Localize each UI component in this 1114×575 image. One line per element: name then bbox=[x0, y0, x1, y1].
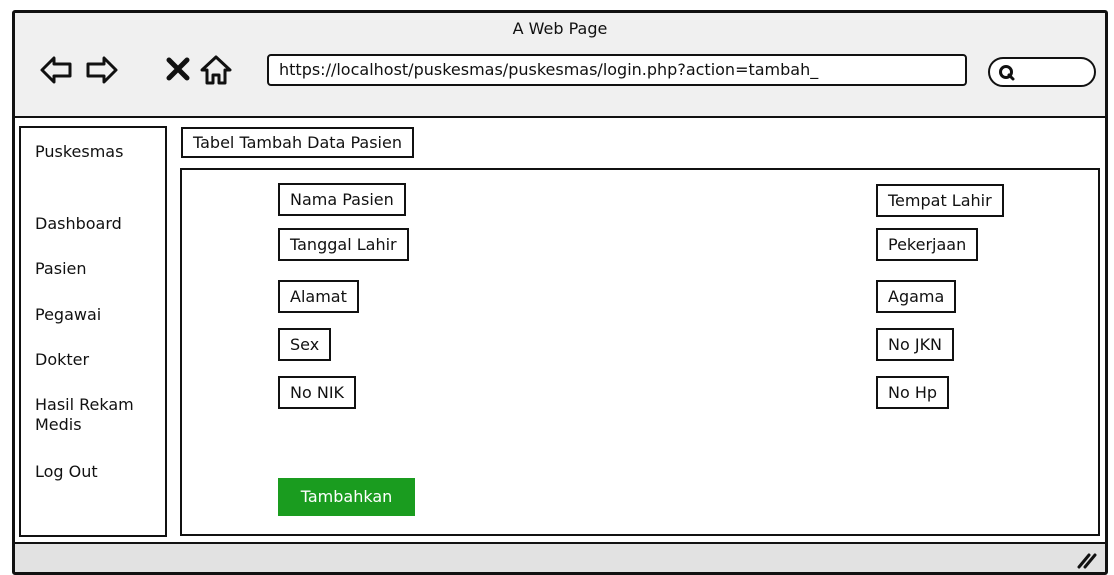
field-tanggal-lahir[interactable]: Tanggal Lahir bbox=[278, 228, 409, 261]
field-nama-pasien[interactable]: Nama Pasien bbox=[278, 183, 406, 216]
sidebar: Puskesmas Dashboard Pasien Pegawai Dokte… bbox=[19, 126, 167, 537]
field-pekerjaan[interactable]: Pekerjaan bbox=[876, 228, 979, 261]
resize-grip-icon[interactable] bbox=[1075, 549, 1097, 569]
field-no-nik[interactable]: No NIK bbox=[278, 376, 357, 409]
search-icon bbox=[999, 65, 1015, 81]
field-alamat[interactable]: Alamat bbox=[278, 280, 359, 313]
field-agama[interactable]: Agama bbox=[876, 280, 957, 313]
back-arrow-icon[interactable] bbox=[39, 53, 73, 87]
forward-arrow-icon[interactable] bbox=[85, 53, 119, 87]
status-bar bbox=[15, 542, 1105, 572]
form-panel: Nama Pasien Tanggal Lahir Alamat Sex No … bbox=[180, 168, 1100, 536]
field-tempat-lahir[interactable]: Tempat Lahir bbox=[876, 184, 1004, 217]
browser-window: A Web Page https://localhost/puskesmas/p… bbox=[12, 10, 1108, 575]
sidebar-item-log-out[interactable]: Log Out bbox=[35, 462, 163, 482]
sidebar-item-pegawai[interactable]: Pegawai bbox=[35, 305, 163, 325]
browser-toolbar: A Web Page https://localhost/puskesmas/p… bbox=[15, 13, 1105, 118]
field-no-jkn[interactable]: No JKN bbox=[876, 328, 955, 361]
sidebar-item-dokter[interactable]: Dokter bbox=[35, 350, 163, 370]
search-field[interactable] bbox=[988, 57, 1096, 87]
sidebar-item-hasil-rekam-medis[interactable]: Hasil Rekam Medis bbox=[35, 395, 163, 435]
page-content: Puskesmas Dashboard Pasien Pegawai Dokte… bbox=[15, 118, 1105, 543]
sidebar-title: Puskesmas bbox=[35, 142, 124, 161]
tambahkan-button[interactable]: Tambahkan bbox=[278, 478, 415, 516]
url-bar[interactable]: https://localhost/puskesmas/puskesmas/lo… bbox=[267, 54, 967, 86]
sidebar-item-pasien[interactable]: Pasien bbox=[35, 259, 163, 279]
sidebar-item-dashboard[interactable]: Dashboard bbox=[35, 214, 163, 234]
field-sex[interactable]: Sex bbox=[278, 328, 332, 361]
home-icon[interactable] bbox=[199, 53, 233, 87]
window-title: A Web Page bbox=[512, 19, 608, 38]
field-no-hp[interactable]: No Hp bbox=[876, 376, 950, 409]
close-icon[interactable] bbox=[165, 56, 191, 82]
page-title: Tabel Tambah Data Pasien bbox=[181, 127, 414, 158]
